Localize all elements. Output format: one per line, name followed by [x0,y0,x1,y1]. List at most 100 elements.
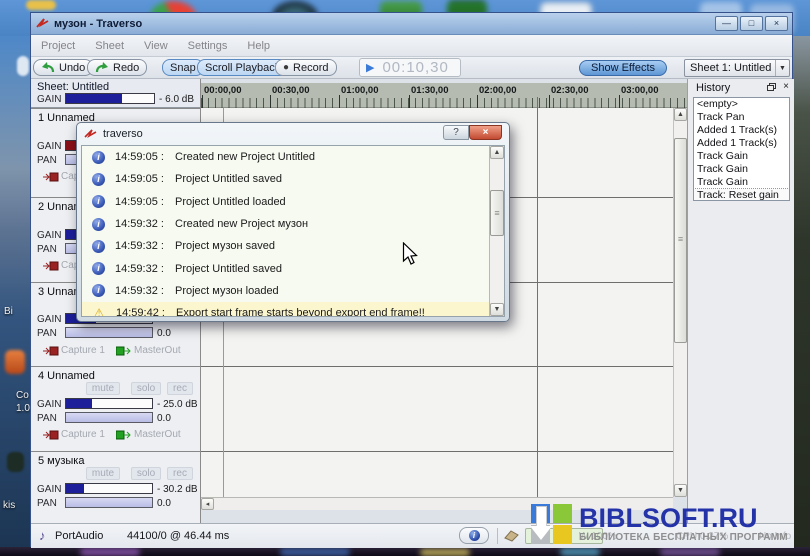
dialog-scrollbar[interactable]: ▲ ≡ ▼ [489,146,504,316]
dialog-help-button[interactable]: ? [443,125,469,140]
dialog-close-button[interactable]: × [469,125,502,140]
capture-button[interactable]: Capture 1 [61,345,105,356]
taskbar-strip [0,547,810,556]
minimize-button[interactable]: — [715,16,738,31]
record-label: Record [293,62,328,74]
menu-bar: Project Sheet View Settings Help [31,35,792,57]
capture-in-icon [43,261,59,271]
scroll-up-button[interactable]: ▲ [490,146,504,159]
close-button[interactable]: × [765,16,788,31]
ruler-minor-ticks [201,98,687,108]
audio-device-icon[interactable] [503,528,520,544]
gain-value: - 25.0 dB [157,399,198,410]
log-time: 14:59:42 : [116,307,176,317]
info-icon: i [92,195,105,208]
biblsoft-logo-icon [531,504,573,545]
redo-label: Redo [113,62,139,74]
mute-button[interactable]: mute [86,382,120,395]
maximize-button[interactable]: □ [740,16,763,31]
chevron-down-icon: ▼ [775,60,789,76]
output-button[interactable]: MasterOut [134,429,181,440]
folder-icon[interactable] [26,0,56,10]
output-button[interactable]: MasterOut [134,345,181,356]
ruler-major-tick [202,95,203,108]
rec-button[interactable]: rec [167,382,193,395]
ruler-tick-label: 02:00,00 [479,85,517,96]
log-text: Project музон saved [175,240,275,252]
ruler-tick-label: 01:30,00 [411,85,449,96]
history-dock: History × <empty> Track Pan Added 1 Trac… [687,79,794,523]
float-panel-icon[interactable] [767,83,776,91]
track-row: 4 Unnamed mute solo rec GAIN - 25.0 dB P… [31,366,200,451]
solo-button[interactable]: solo [131,467,161,480]
track-name[interactable]: 5 музыка [38,455,84,467]
log-entry: i 14:59:32 : Project музон saved [82,235,504,257]
menu-help[interactable]: Help [237,37,280,55]
log-time: 14:59:05 : [115,173,175,185]
gain-bar[interactable] [65,483,153,494]
log-time: 14:59:32 : [115,263,175,275]
scroll-left-button[interactable]: ◂ [201,498,214,510]
timeline-ruler[interactable]: 00:00,00 00:30,00 01:00,00 01:30,00 02:0… [201,83,687,108]
history-item[interactable]: Track Pan [694,111,789,124]
log-entry: i 14:59:32 : Created new Project музон [82,213,504,235]
history-item[interactable]: Track Gain [694,150,789,163]
sheet-header: Sheet: Untitled GAIN - 6.0 dB [31,79,200,108]
taskbar-blur [420,549,470,556]
record-button[interactable]: ● Record [275,59,337,76]
history-item-selected[interactable]: Track: Reset gain [694,189,789,201]
track-divider [201,366,673,367]
pan-bar[interactable] [65,327,153,338]
separator [497,528,498,544]
log-text: Project музон loaded [175,285,279,297]
menu-view[interactable]: View [134,37,178,55]
history-item[interactable]: Added 1 Track(s) [694,124,789,137]
ruler-tick-label: 00:30,00 [272,85,310,96]
transport-time-display[interactable]: ▶ 00:10,30 [359,58,461,77]
history-item[interactable]: Track Gain [694,163,789,176]
close-panel-icon[interactable]: × [783,83,789,91]
menu-sheet[interactable]: Sheet [85,37,134,55]
mute-button[interactable]: mute [86,467,120,480]
title-bar[interactable]: музон - Traverso — □ × [31,13,792,35]
log-text: Project Untitled saved [175,263,282,275]
dark-desktop-icon[interactable] [7,452,24,472]
history-item[interactable]: <empty> [694,98,789,111]
capture-button[interactable]: Capture 1 [61,429,105,440]
rec-button[interactable]: rec [167,467,193,480]
gain-bar[interactable] [65,398,153,409]
playhead-cursor[interactable] [537,97,538,497]
scroll-down-button[interactable]: ▼ [674,484,687,497]
log-time: 14:59:32 : [115,285,175,297]
pan-bar[interactable] [65,412,153,423]
history-item[interactable]: Added 1 Track(s) [694,137,789,150]
redo-button[interactable]: Redo [87,59,147,76]
history-item[interactable]: Track Gain [694,176,789,189]
log-time: 14:59:05 : [115,196,175,208]
show-effects-button[interactable]: Show Effects [579,60,667,76]
track-name[interactable]: 4 Unnamed [38,370,95,382]
menu-project[interactable]: Project [31,37,85,55]
info-button[interactable]: i [459,527,489,544]
dialog-scroll-thumb[interactable]: ≡ [490,190,504,236]
info-icon: i [92,218,105,231]
solo-button[interactable]: solo [131,382,161,395]
log-entry: i 14:59:05 : Project Untitled saved [82,168,504,190]
pan-label: PAN [37,498,57,509]
vertical-scrollbar[interactable]: ▲ ≡ ▼ [673,108,687,497]
orange-desktop-icon[interactable] [5,350,25,374]
undo-button[interactable]: Undo [33,59,93,76]
gain-label: GAIN [37,314,61,325]
log-text: Created new Project Untitled [175,151,315,163]
menu-settings[interactable]: Settings [178,37,238,55]
play-icon[interactable]: ▶ [366,61,374,74]
scroll-up-button[interactable]: ▲ [674,108,687,121]
sheet-gain-bar[interactable] [65,93,155,104]
pan-bar[interactable] [65,497,153,508]
ruler-major-tick [339,95,340,108]
gain-label: GAIN [37,141,61,152]
scroll-down-button[interactable]: ▼ [490,303,504,316]
sheet-selector-dropdown[interactable]: Sheet 1: Untitled ▼ [684,59,790,77]
vertical-scroll-thumb[interactable]: ≡ [674,138,687,343]
thumb-grip-icon: ≡ [491,208,503,218]
